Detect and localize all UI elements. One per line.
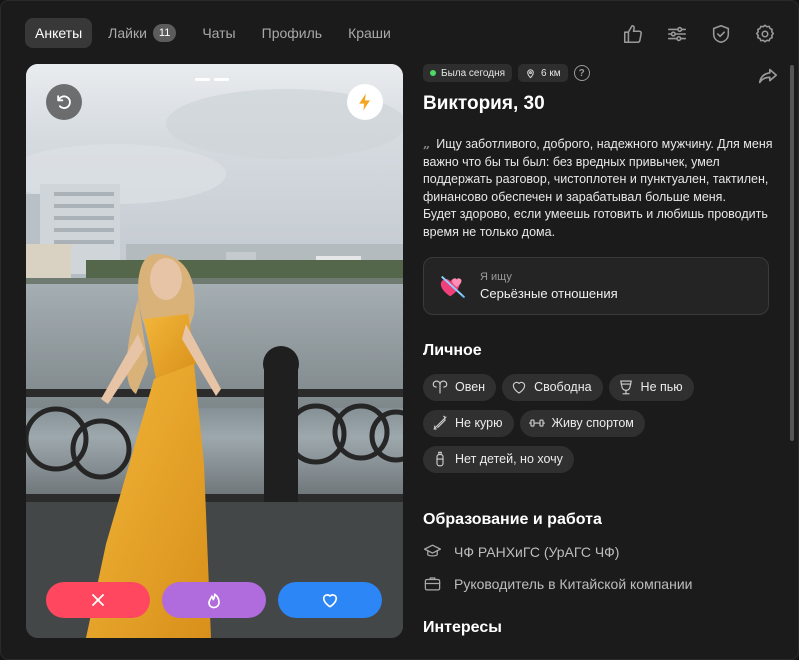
profile-photo[interactable] xyxy=(26,64,403,638)
online-dot xyxy=(430,70,436,76)
chip-zodiac: Овен xyxy=(423,373,497,401)
baby-bottle-icon xyxy=(436,451,444,467)
tab-crushes[interactable]: Краши xyxy=(338,18,401,48)
graduation-cap-icon xyxy=(423,544,442,557)
shield-check-icon[interactable] xyxy=(706,19,736,49)
photo-scene xyxy=(26,64,403,638)
tab-likes[interactable]: Лайки 11 xyxy=(98,18,186,48)
tab-chats[interactable]: Чаты xyxy=(192,18,245,48)
share-icon[interactable] xyxy=(755,65,781,87)
glass-icon xyxy=(619,380,632,395)
looking-for-card: Я ищу Серьёзные отношения xyxy=(423,256,769,315)
app-window: Анкеты Лайки 11 Чаты Профиль Краши Была … xyxy=(0,0,799,660)
close-icon xyxy=(92,594,104,606)
online-status-badge: Была сегодня xyxy=(423,64,513,82)
likes-count-badge: 11 xyxy=(152,24,177,42)
undo-button[interactable] xyxy=(46,84,82,120)
heart-icon xyxy=(322,594,338,608)
aries-icon xyxy=(432,380,448,394)
like-button[interactable] xyxy=(278,582,382,618)
personal-chips: Овен Свободна Не пью Не курю Живу спорто… xyxy=(423,373,773,473)
superlike-button[interactable] xyxy=(162,582,266,618)
fire-icon xyxy=(208,593,220,609)
chip-alcohol: Не пью xyxy=(608,373,694,401)
profile-name: Виктория, 30 xyxy=(423,93,545,114)
profile-bio: „ Ищу заботливого, доброго, надежного муж… xyxy=(423,136,773,239)
help-icon[interactable]: ? xyxy=(573,65,590,81)
education-item: ЧФ РАНХиГС (УрАГС ЧФ) xyxy=(423,543,773,561)
location-pin-icon xyxy=(527,68,534,78)
heart-outline-icon xyxy=(512,381,526,394)
top-nav: Анкеты Лайки 11 Чаты Профиль Краши xyxy=(25,18,401,48)
chip-kids: Нет детей, но хочу xyxy=(423,445,574,473)
settings-icon[interactable] xyxy=(750,19,780,49)
scrollbar[interactable] xyxy=(790,65,794,441)
boost-button[interactable] xyxy=(347,84,383,120)
chip-relationship: Свободна xyxy=(502,373,603,401)
filters-icon[interactable] xyxy=(662,19,692,49)
undo-icon xyxy=(57,95,71,109)
briefcase-icon xyxy=(424,577,441,591)
dumbbell-icon xyxy=(528,419,545,427)
profile-details: Была сегодня 6 км ? Виктория, 30 „ Ищу за… xyxy=(423,63,778,637)
tab-profiles[interactable]: Анкеты xyxy=(25,18,93,48)
status-row: Была сегодня 6 км ? xyxy=(423,63,773,83)
nav-actions xyxy=(618,19,780,49)
photo-progress xyxy=(195,78,229,81)
hearts-arrow-icon xyxy=(440,275,466,298)
chip-smoking: Не курю xyxy=(423,409,514,437)
interests-section-title: Интересы xyxy=(423,618,502,636)
lightning-icon xyxy=(359,93,370,111)
looking-for-text: Я ищу Серьёзные отношения xyxy=(480,270,618,301)
work-item: Руководитель в Китайской компании xyxy=(423,575,773,593)
personal-section-title: Личное xyxy=(423,341,482,359)
quote-icon: „ xyxy=(423,136,431,151)
chip-sport: Живу спортом xyxy=(519,409,645,437)
tab-profile[interactable]: Профиль xyxy=(252,18,332,48)
no-smoking-icon xyxy=(433,415,447,430)
thumbs-up-icon[interactable] xyxy=(618,19,648,49)
dislike-button[interactable] xyxy=(46,582,150,618)
education-section-title: Образование и работа xyxy=(423,510,602,528)
distance-badge: 6 км xyxy=(518,64,568,82)
